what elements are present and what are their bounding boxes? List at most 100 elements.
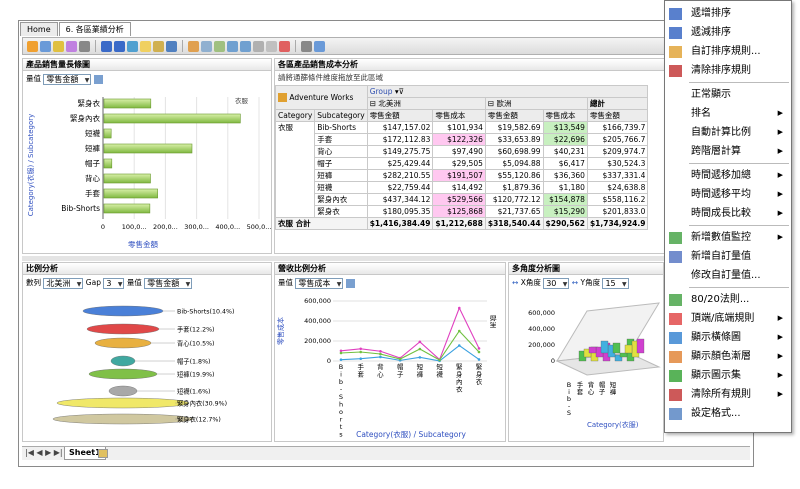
subcategory-cell[interactable]: 帽子: [314, 156, 368, 170]
funnel-slice[interactable]: [110, 355, 136, 367]
swap-axes-icon[interactable]: [214, 40, 225, 52]
menu-item[interactable]: 正常顯示: [665, 85, 791, 104]
menu-item[interactable]: 自動計算比例 ▶: [665, 123, 791, 142]
subcategory-cell[interactable]: 背心: [314, 144, 368, 158]
funnel-slice[interactable]: [88, 368, 158, 380]
category-cell[interactable]: [275, 193, 316, 205]
sheet-nav-icon[interactable]: |◀ ◀ ▶ ▶|: [25, 448, 63, 457]
menu-item[interactable]: 新增數值監控 ▶: [665, 228, 791, 247]
menu-item[interactable]: 遞減排序: [665, 23, 791, 42]
funnel-slice[interactable]: [86, 323, 160, 335]
category-cell[interactable]: [275, 157, 316, 169]
export-icon[interactable]: [127, 40, 138, 52]
data-point[interactable]: [418, 356, 422, 359]
column-header[interactable]: 零售金額: [484, 109, 544, 122]
bar[interactable]: [103, 188, 158, 199]
pivot-icon[interactable]: [188, 40, 199, 52]
data-point[interactable]: [457, 344, 461, 347]
add-sheet-icon[interactable]: [98, 449, 108, 458]
funnel-slice[interactable]: [82, 305, 164, 317]
filter-icon[interactable]: [53, 40, 64, 52]
data-point[interactable]: [477, 350, 481, 354]
data-point[interactable]: [359, 350, 363, 354]
menu-item[interactable]: 時間成長比較 ▶: [665, 204, 791, 223]
gap-select[interactable]: 3: [103, 277, 125, 289]
chart-options-icon[interactable]: [93, 74, 103, 84]
measure-select[interactable]: 零售金額: [43, 73, 92, 85]
column-header[interactable]: Subcategory: [314, 109, 368, 122]
category-cell[interactable]: 衣服: [275, 121, 316, 133]
data-point[interactable]: [457, 329, 461, 333]
menu-item[interactable]: 清除排序規則: [665, 61, 791, 80]
data-point[interactable]: [418, 340, 422, 344]
data-point[interactable]: [379, 349, 382, 353]
mdx-icon[interactable]: [79, 40, 90, 52]
menu-item[interactable]: 80/20法則...: [665, 290, 791, 309]
data-point[interactable]: [438, 358, 441, 362]
color-icon[interactable]: [279, 40, 290, 52]
new-window-icon[interactable]: [140, 40, 151, 52]
category-cell[interactable]: [275, 145, 316, 157]
bar[interactable]: [103, 173, 151, 184]
region-header-eu[interactable]: ⊟ 歐洲: [484, 96, 588, 111]
menu-item[interactable]: 跨階層計算 ▶: [665, 142, 791, 161]
wand-icon[interactable]: [66, 40, 77, 52]
column-header[interactable]: 零售金額: [586, 109, 649, 122]
bar[interactable]: [103, 158, 113, 169]
data-point[interactable]: [379, 355, 382, 359]
data-point[interactable]: [398, 357, 402, 361]
data-point[interactable]: [477, 358, 481, 361]
print-icon[interactable]: [301, 40, 312, 52]
tab-region-analysis[interactable]: 6. 各區業績分析: [58, 22, 131, 36]
bar-3d[interactable]: [612, 342, 621, 354]
data-point[interactable]: [418, 347, 422, 351]
subcategory-cell[interactable]: 短襪: [314, 180, 368, 194]
funnel-slice[interactable]: [56, 397, 190, 409]
data-point[interactable]: [457, 306, 461, 310]
category-cell[interactable]: [275, 181, 316, 193]
menu-item[interactable]: 排名 ▶: [665, 104, 791, 123]
subcategory-cell[interactable]: 手套: [314, 132, 368, 146]
grid-icon[interactable]: [253, 40, 264, 52]
menu-item[interactable]: 修改自訂量值...: [665, 266, 791, 285]
column-header[interactable]: Category: [275, 109, 316, 122]
menu-item[interactable]: 時間遞移平均 ▶: [665, 185, 791, 204]
menu-item[interactable]: 頂端/底端規則 ▶: [665, 309, 791, 328]
menu-item[interactable]: 遞增排序: [665, 4, 791, 23]
filter-drop-hint[interactable]: 請將通篩條件維度拖放至此區域: [275, 71, 665, 83]
menu-item[interactable]: 新增自訂量值: [665, 247, 791, 266]
category-cell[interactable]: [275, 169, 316, 181]
save-as-icon[interactable]: [114, 40, 125, 52]
zoom-in-icon[interactable]: [227, 40, 238, 52]
print-preview-icon[interactable]: [314, 40, 325, 52]
bar-3d[interactable]: [619, 352, 628, 358]
olap-icon[interactable]: [40, 40, 51, 52]
measure-select[interactable]: 零售成本: [295, 277, 344, 289]
y-angle-select[interactable]: 15: [602, 277, 629, 289]
subcategory-cell[interactable]: 緊身衣: [314, 204, 368, 218]
menu-item[interactable]: 設定格式...: [665, 404, 791, 423]
category-cell[interactable]: [275, 133, 316, 145]
funnel-slice[interactable]: [108, 385, 138, 397]
bar[interactable]: [103, 143, 193, 154]
menu-item[interactable]: 時間遞移加總 ▶: [665, 166, 791, 185]
region-header-na[interactable]: ⊟ 北美洲: [366, 96, 486, 111]
bar[interactable]: [103, 98, 152, 109]
data-point[interactable]: [339, 351, 343, 355]
rotate-x-icon[interactable]: ↔: [512, 278, 518, 287]
bar-3d[interactable]: [636, 338, 645, 354]
tab-home[interactable]: Home: [20, 22, 58, 36]
subcategory-cell[interactable]: 短褲: [314, 168, 368, 182]
paste-icon[interactable]: [166, 40, 177, 52]
bar[interactable]: [103, 203, 151, 214]
funnel-slice[interactable]: [94, 337, 152, 349]
chart-options-icon[interactable]: [345, 278, 355, 288]
funnel-slice[interactable]: [52, 413, 194, 425]
category-cell[interactable]: [275, 205, 316, 218]
bar[interactable]: [103, 113, 241, 124]
data-point[interactable]: [379, 352, 382, 356]
column-header[interactable]: 零售金額: [366, 109, 434, 122]
measure-select[interactable]: 零售金額: [144, 277, 193, 289]
bar-3d[interactable]: [588, 346, 597, 354]
x-angle-select[interactable]: 30: [543, 277, 570, 289]
